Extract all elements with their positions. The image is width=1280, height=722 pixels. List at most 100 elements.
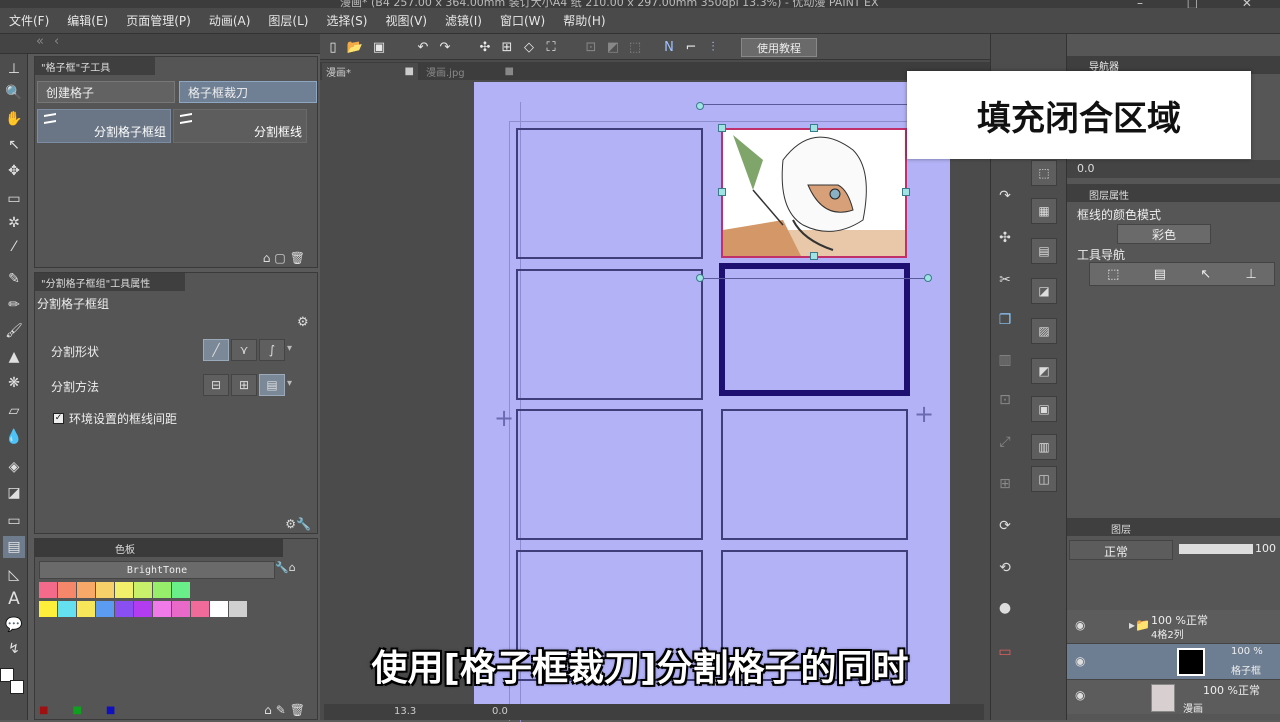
color-swatch[interactable] [58, 582, 76, 598]
pencil-tool-icon[interactable]: ✏ [3, 294, 25, 316]
layers-tab[interactable]: 图层 [1111, 521, 1131, 536]
zoom-tool-icon[interactable]: 🔍 [3, 82, 25, 104]
color-swatch[interactable] [39, 601, 57, 617]
menu-select[interactable]: 选择(S) [317, 12, 376, 29]
pin-icon[interactable]: ⊥ [3, 58, 25, 80]
crop-icon[interactable]: ⊡ [582, 38, 600, 56]
tab-create-frame[interactable]: 创建格子 [37, 81, 175, 103]
menu-window[interactable]: 窗口(W) [491, 12, 554, 29]
window-controls[interactable]: – □ ✕ [1137, 0, 1272, 8]
tool-nav-buttons[interactable]: ⬚ ▤ ↖ ⊥ [1089, 262, 1275, 286]
transform-icon[interactable]: ⊞ [498, 38, 516, 56]
panel-frame-1[interactable] [516, 128, 703, 259]
layer-cmd-icon[interactable]: ◫ [1031, 466, 1057, 492]
paste-icon[interactable]: ▥ [993, 348, 1017, 372]
method-split-all-button[interactable]: ⊟ [203, 374, 229, 396]
transform-handle[interactable] [696, 274, 704, 282]
subtool-split-frame-group[interactable]: 分割格子框组 [37, 109, 171, 143]
layer-row-folder[interactable]: ◉ ▸📁 100 %正常 4格2列 [1067, 610, 1280, 644]
subtool-panel-tab[interactable]: "格子框"子工具 [35, 57, 155, 75]
close-icon[interactable]: ■ [405, 66, 414, 77]
panel-frame-3[interactable] [516, 269, 703, 400]
hand-tool-icon[interactable]: ✋ [3, 108, 25, 130]
color-swatch[interactable] [39, 582, 57, 598]
color-swatch[interactable] [210, 601, 228, 617]
color-swatch[interactable] [77, 582, 95, 598]
shape-polyline-button[interactable]: ⋎ [231, 339, 257, 361]
menu-page[interactable]: 页面管理(P) [117, 12, 200, 29]
fill-icon[interactable]: ◇ [520, 38, 538, 56]
palette-settings-icon[interactable]: 🔧⌂ [275, 561, 296, 574]
menu-file[interactable]: 文件(F) [0, 12, 58, 29]
transform-handle[interactable] [718, 124, 726, 132]
fill-tool-icon[interactable]: ◈ [3, 456, 25, 478]
tool-settings-icon[interactable]: ⚙ [297, 315, 309, 330]
layer-property-tab[interactable]: 图层属性 [1089, 187, 1129, 202]
blend-tool-icon[interactable]: 💧 [3, 426, 25, 448]
subtool-split-border[interactable]: 分割框线 [173, 109, 307, 143]
redo-icon[interactable]: ↷ [436, 38, 454, 56]
transform-handle[interactable] [696, 102, 704, 110]
cancel-select-icon[interactable]: ⛶ [542, 38, 560, 56]
color-mode-select[interactable]: 彩色 [1117, 224, 1211, 244]
clear-icon[interactable]: ✣ [476, 38, 494, 56]
chevron-down-icon[interactable]: ▾ [287, 378, 292, 389]
redo-icon[interactable]: ↷ [993, 184, 1017, 208]
move-layer-icon[interactable]: ✥ [3, 160, 25, 182]
open-file-icon[interactable]: 📂 [346, 38, 364, 56]
chevron-down-icon[interactable]: ▾ [287, 343, 292, 354]
undo-icon[interactable]: ↶ [414, 38, 432, 56]
airbrush-icon[interactable]: ▲ [3, 346, 25, 368]
color-swatch[interactable] [153, 601, 171, 617]
transform-handle[interactable] [924, 274, 932, 282]
navigator-zoom[interactable]: 0.0 [1077, 162, 1095, 175]
invert-select-icon[interactable]: ◩ [604, 38, 622, 56]
brush-tool-icon[interactable]: 🖌 [3, 320, 25, 342]
tool-reset-icon[interactable]: ⚙🔧 [285, 517, 311, 531]
decoration-icon[interactable]: ❋ [3, 372, 25, 394]
color-swatch[interactable] [134, 601, 152, 617]
opacity-value[interactable]: 100 [1255, 542, 1276, 555]
panel-frame-selected[interactable] [719, 263, 910, 396]
close-icon[interactable]: ■ [505, 66, 514, 77]
eraser-icon[interactable]: ▱ [3, 400, 25, 422]
grid-icon[interactable]: ⊞ [993, 472, 1017, 496]
layer-cmd-icon[interactable]: ▦ [1031, 198, 1057, 224]
correct-line-icon[interactable]: ↯ [3, 638, 25, 660]
rotate-icon[interactable]: ⟳ [993, 514, 1017, 538]
tutorial-button[interactable]: 使用教程 [741, 38, 817, 57]
balloon-tool-icon[interactable]: 💬 [3, 614, 25, 636]
env-gap-checkbox[interactable]: ✓ [53, 413, 64, 424]
transform-handle[interactable] [718, 188, 726, 196]
record-icon[interactable]: ▭ [993, 640, 1017, 664]
color-swatch[interactable] [58, 601, 76, 617]
color-swatch[interactable] [96, 582, 114, 598]
manga-page[interactable]: + + [474, 82, 950, 722]
doc-tab-jpg[interactable]: 漫画.jpg ■ [422, 63, 518, 80]
doc-tab-manga[interactable]: 漫画* ■ [322, 63, 418, 80]
clear-icon[interactable]: ✣ [993, 226, 1017, 250]
palette-tab[interactable]: 色板 [115, 541, 135, 556]
tab-frame-cutter[interactable]: 格子框裁刀 [179, 81, 317, 103]
layer-cmd-icon[interactable]: ◩ [1031, 358, 1057, 384]
frame-border-icon[interactable]: ▤ [3, 536, 25, 558]
palette-set-select[interactable]: BrightTone [39, 561, 275, 579]
color-swatch[interactable] [77, 601, 95, 617]
method-split-selected-button[interactable]: ▤ [259, 374, 285, 396]
text-tool-icon[interactable]: A [3, 588, 25, 610]
menu-edit[interactable]: 编辑(E) [58, 12, 117, 29]
transform-handle[interactable] [810, 252, 818, 260]
layer-cmd-icon[interactable]: ◪ [1031, 278, 1057, 304]
zoom-value[interactable]: 13.3 [394, 706, 416, 717]
visibility-eye-icon[interactable]: ◉ [1075, 688, 1085, 702]
palette-actions[interactable]: ⌂✎🗑 [264, 703, 309, 717]
snap-ruler-icon[interactable]: N [660, 38, 678, 56]
color-swatch[interactable] [172, 601, 190, 617]
panel-frame-2[interactable] [721, 128, 907, 258]
new-file-icon[interactable]: ▯ [324, 38, 342, 56]
gradient-icon[interactable]: ◪ [3, 482, 25, 504]
sub-color-swatch[interactable] [10, 680, 24, 694]
menu-help[interactable]: 帮助(H) [554, 12, 614, 29]
menu-view[interactable]: 视图(V) [376, 12, 436, 29]
layer-cmd-icon[interactable]: ▤ [1031, 238, 1057, 264]
